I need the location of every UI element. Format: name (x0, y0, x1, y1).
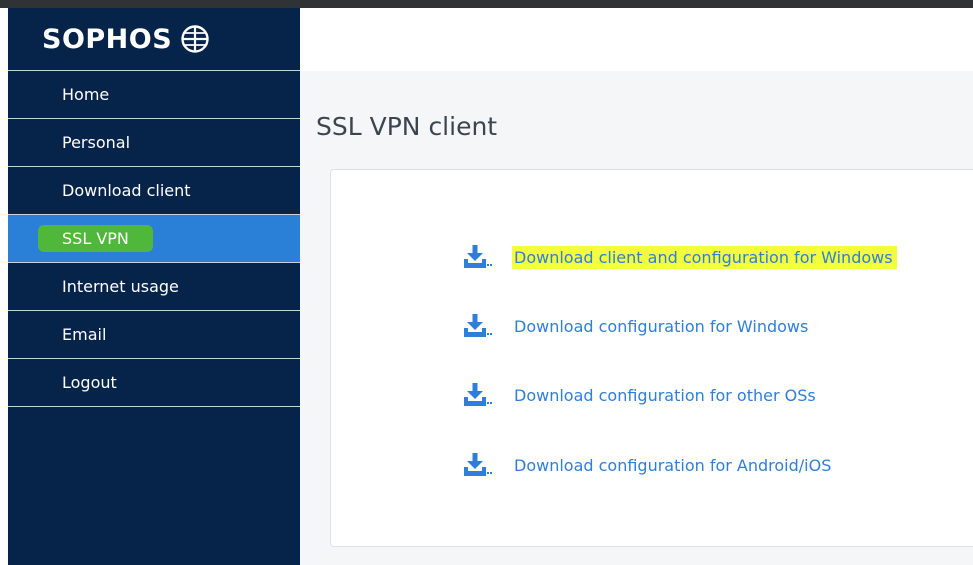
download-config-android-ios-link[interactable]: Download configuration for Android/iOS (462, 452, 835, 478)
sidebar-item-logout[interactable]: Logout (8, 359, 300, 407)
sidebar: SOPHOS Home Personal Download client SSL… (8, 8, 300, 565)
download-link-label: Download client and configuration for Wi… (512, 245, 897, 269)
sidebar-item-label: Personal (62, 133, 131, 152)
sidebar-item-label: Logout (62, 373, 117, 392)
page-header-area (300, 8, 973, 71)
sidebar-nav: Home Personal Download client SSL VPN In… (8, 71, 300, 407)
download-config-windows-link[interactable]: Download configuration for Windows (462, 313, 812, 339)
brand-name: SOPHOS (42, 23, 173, 55)
download-icon (462, 313, 492, 339)
sidebar-item-personal[interactable]: Personal (8, 119, 300, 167)
window-top-bar (0, 0, 973, 8)
downloads-card (330, 169, 973, 547)
sophos-logo: SOPHOS (8, 8, 300, 71)
download-icon (462, 244, 492, 270)
sidebar-item-label: Home (62, 85, 110, 104)
sidebar-item-email[interactable]: Email (8, 311, 300, 359)
download-link-label: Download configuration for other OSs (514, 385, 816, 405)
sidebar-item-label: SSL VPN (38, 225, 153, 252)
globe-icon (181, 25, 209, 53)
sidebar-item-label: Internet usage (62, 277, 179, 296)
download-client-and-config-windows-link[interactable]: Download client and configuration for Wi… (462, 244, 897, 270)
sidebar-item-internet-usage[interactable]: Internet usage (8, 263, 300, 311)
download-config-other-os-link[interactable]: Download configuration for other OSs (462, 382, 820, 408)
download-link-label: Download configuration for Windows (514, 316, 809, 336)
page-title: SSL VPN client (316, 112, 498, 141)
download-icon (462, 452, 492, 478)
download-link-label: Download configuration for Android/iOS (514, 455, 832, 475)
sidebar-item-download-client[interactable]: Download client (8, 167, 300, 215)
sidebar-item-ssl-vpn[interactable]: SSL VPN (8, 215, 300, 263)
sidebar-item-label: Download client (62, 181, 191, 200)
sidebar-item-label: Email (62, 325, 107, 344)
download-icon (462, 382, 492, 408)
sidebar-item-home[interactable]: Home (8, 71, 300, 119)
